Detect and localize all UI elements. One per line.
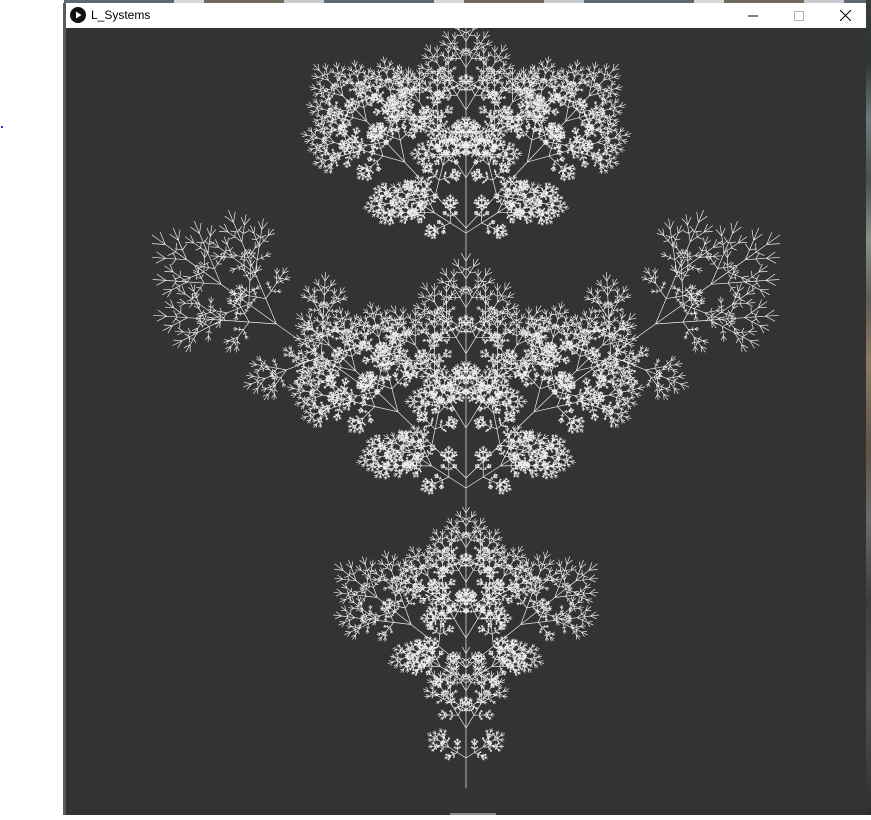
desktop-dot bbox=[1, 126, 3, 128]
window-title: L_Systems bbox=[91, 8, 151, 22]
app-window: L_Systems bbox=[66, 3, 866, 815]
desktop-background-left bbox=[0, 0, 64, 815]
close-button[interactable] bbox=[822, 3, 868, 28]
fractal-branches bbox=[151, 14, 781, 789]
close-icon bbox=[839, 10, 851, 21]
title-bar[interactable]: L_Systems bbox=[66, 3, 866, 29]
sketch-canvas[interactable] bbox=[66, 14, 866, 815]
maximize-icon bbox=[794, 10, 804, 21]
minimize-button[interactable] bbox=[730, 3, 776, 28]
desktop-background-right bbox=[866, 0, 871, 815]
play-circle-icon[interactable] bbox=[70, 7, 86, 23]
fractal-drawing bbox=[151, 14, 781, 789]
maximize-button[interactable] bbox=[776, 3, 822, 28]
minimize-icon bbox=[748, 15, 758, 16]
